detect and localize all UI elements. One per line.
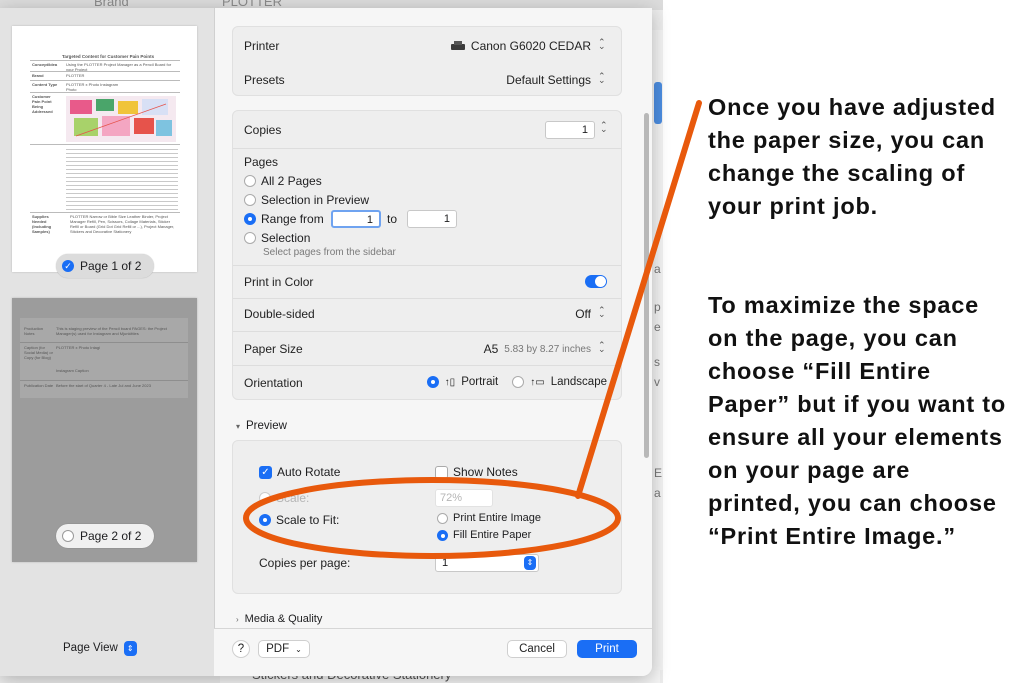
annotation-paragraph-1: Once you have adjusted the paper size, y… (708, 94, 996, 219)
highlight-ellipse (243, 477, 621, 559)
callout-line (575, 100, 702, 499)
annotation-paragraph-2: To maximize the space on the page, you c… (708, 292, 1007, 549)
